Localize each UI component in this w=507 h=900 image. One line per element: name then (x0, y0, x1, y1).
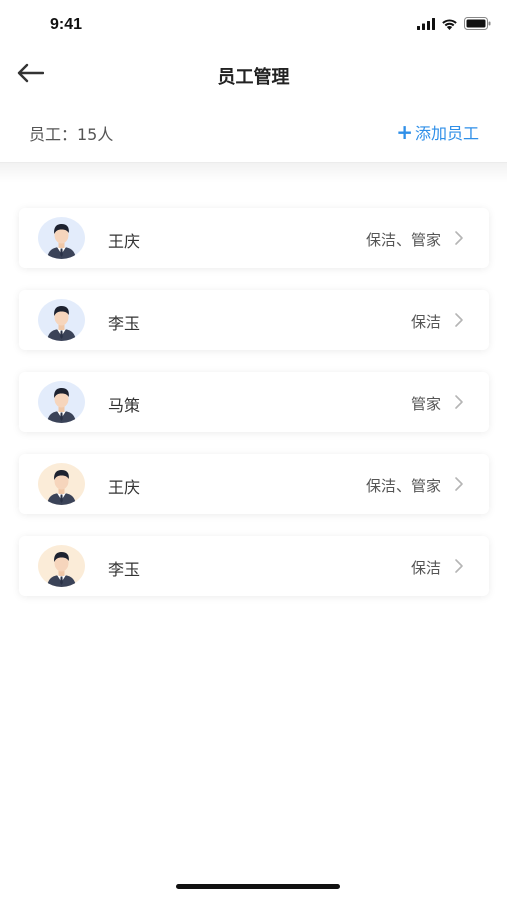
avatar (38, 217, 85, 259)
employee-list: 王庆 保洁、管家 李玉 保洁 马策 管家 王庆 保洁、管家 李玉 保洁 (19, 208, 489, 618)
employee-list-item[interactable]: 李玉 保洁 (19, 290, 489, 350)
employee-role: 保洁、管家 (365, 231, 441, 249)
employee-list-item[interactable]: 王庆 保洁、管家 (19, 454, 489, 514)
employee-role: 管家 (410, 395, 441, 413)
employee-count: 员工：15人 (29, 125, 114, 144)
employee-name: 李玉 (108, 314, 141, 333)
chevron-right-icon (453, 312, 465, 328)
avatar (38, 545, 85, 587)
header-divider-shadow (0, 163, 507, 183)
chevron-right-icon (453, 230, 465, 246)
cellular-signal-icon (417, 15, 435, 34)
battery-icon (464, 15, 491, 34)
add-employee-label: 添加员工 (414, 124, 479, 143)
status-bar: 9:41 (0, 0, 507, 50)
employee-role: 保洁、管家 (365, 477, 441, 495)
avatar (38, 463, 85, 505)
avatar (38, 299, 85, 341)
employee-role: 保洁 (410, 313, 441, 331)
chevron-right-icon (453, 476, 465, 492)
summary-bar: 员工：15人 + 添加员工 (0, 108, 507, 163)
chevron-right-icon (453, 394, 465, 410)
employee-name: 王庆 (108, 478, 141, 497)
employee-role: 保洁 (410, 559, 441, 577)
wifi-icon (441, 15, 458, 34)
employee-list-item[interactable]: 马策 管家 (19, 372, 489, 432)
home-indicator (176, 884, 340, 889)
chevron-right-icon (453, 558, 465, 574)
plus-icon: + (396, 120, 413, 144)
employee-list-item[interactable]: 王庆 保洁、管家 (19, 208, 489, 268)
employee-list-item[interactable]: 李玉 保洁 (19, 536, 489, 596)
add-employee-button[interactable]: + 添加员工 (396, 120, 479, 144)
avatar (38, 381, 85, 423)
employee-name: 李玉 (108, 560, 141, 579)
page-title: 员工管理 (217, 67, 290, 88)
employee-management-screen: 9:41 员工管理 员工：15人 + 添加员工 王庆 保洁、管家 李玉 保洁 马… (0, 0, 507, 900)
employee-name: 马策 (108, 396, 141, 415)
employee-name: 王庆 (108, 232, 141, 251)
nav-bar: 员工管理 (0, 50, 507, 100)
status-time: 9:41 (50, 16, 83, 33)
status-icons (417, 15, 491, 34)
